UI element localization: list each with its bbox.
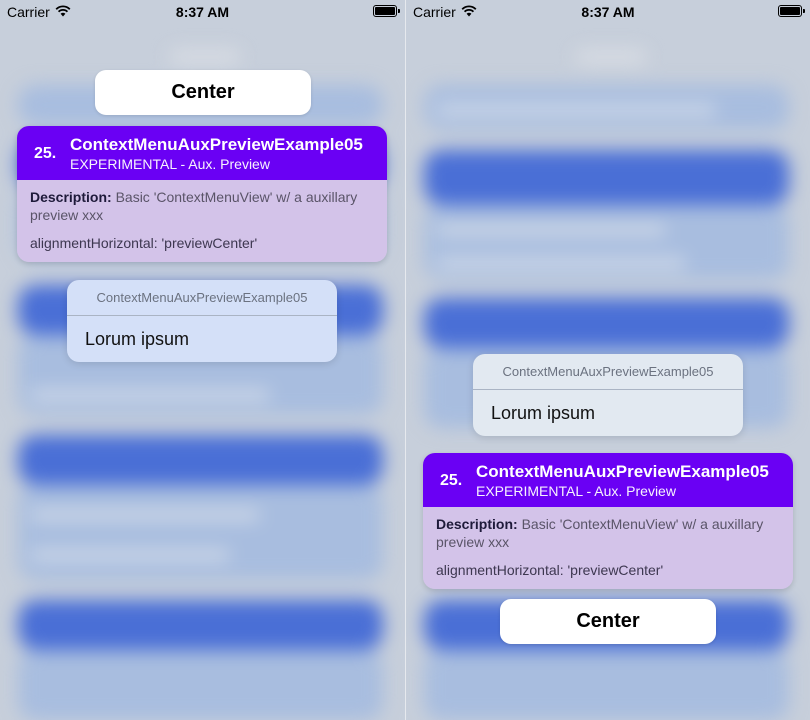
- card-number: 25.: [440, 472, 463, 489]
- card-title: ContextMenuAuxPreviewExample05: [476, 462, 769, 481]
- center-button[interactable]: Center: [95, 70, 311, 115]
- card-subtitle: EXPERIMENTAL - Aux. Preview: [476, 483, 676, 499]
- card-description: Description: Basic 'ContextMenuView' w/ …: [436, 515, 779, 551]
- card-body: Description: Basic 'ContextMenuView' w/ …: [17, 180, 387, 262]
- menu-title: ContextMenuAuxPreviewExample05: [473, 354, 743, 390]
- status-bar: Carrier 8:37 AM: [0, 0, 405, 24]
- card-header: 25. ContextMenuAuxPreviewExample05 EXPER…: [423, 453, 793, 507]
- description-label: Description:: [30, 189, 112, 205]
- description-label: Description:: [436, 516, 518, 532]
- context-menu: ContextMenuAuxPreviewExample05 Lorum ips…: [473, 354, 743, 436]
- card-title: ContextMenuAuxPreviewExample05: [70, 135, 363, 154]
- example-card[interactable]: 25. ContextMenuAuxPreviewExample05 EXPER…: [17, 126, 387, 262]
- context-menu: ContextMenuAuxPreviewExample05 Lorum ips…: [67, 280, 337, 362]
- battery-icon: [778, 5, 805, 17]
- menu-title: ContextMenuAuxPreviewExample05: [67, 280, 337, 316]
- menu-item-lorum-ipsum[interactable]: Lorum ipsum: [67, 316, 337, 362]
- status-time: 8:37 AM: [581, 4, 635, 20]
- card-number: 25.: [34, 145, 57, 162]
- card-description: Description: Basic 'ContextMenuView' w/ …: [30, 188, 373, 224]
- center-button[interactable]: Center: [500, 599, 716, 644]
- card-subtitle: EXPERIMENTAL - Aux. Preview: [70, 156, 270, 172]
- card-header: 25. ContextMenuAuxPreviewExample05 EXPER…: [17, 126, 387, 180]
- menu-item-lorum-ipsum[interactable]: Lorum ipsum: [473, 390, 743, 436]
- right-screen: Carrier 8:37 AM ContextMenuAuxPreviewExa…: [405, 0, 810, 720]
- status-time: 8:37 AM: [175, 4, 230, 20]
- left-screen: Carrier 8:37 AM Center 25. ContextMenuAu…: [0, 0, 405, 720]
- battery-icon: [373, 5, 400, 17]
- alignment-text: alignmentHorizontal: 'previewCenter': [30, 235, 258, 251]
- alignment-text: alignmentHorizontal: 'previewCenter': [436, 562, 664, 578]
- card-body: Description: Basic 'ContextMenuView' w/ …: [423, 507, 793, 589]
- status-bar: Carrier 8:37 AM: [406, 0, 810, 24]
- example-card[interactable]: 25. ContextMenuAuxPreviewExample05 EXPER…: [423, 453, 793, 589]
